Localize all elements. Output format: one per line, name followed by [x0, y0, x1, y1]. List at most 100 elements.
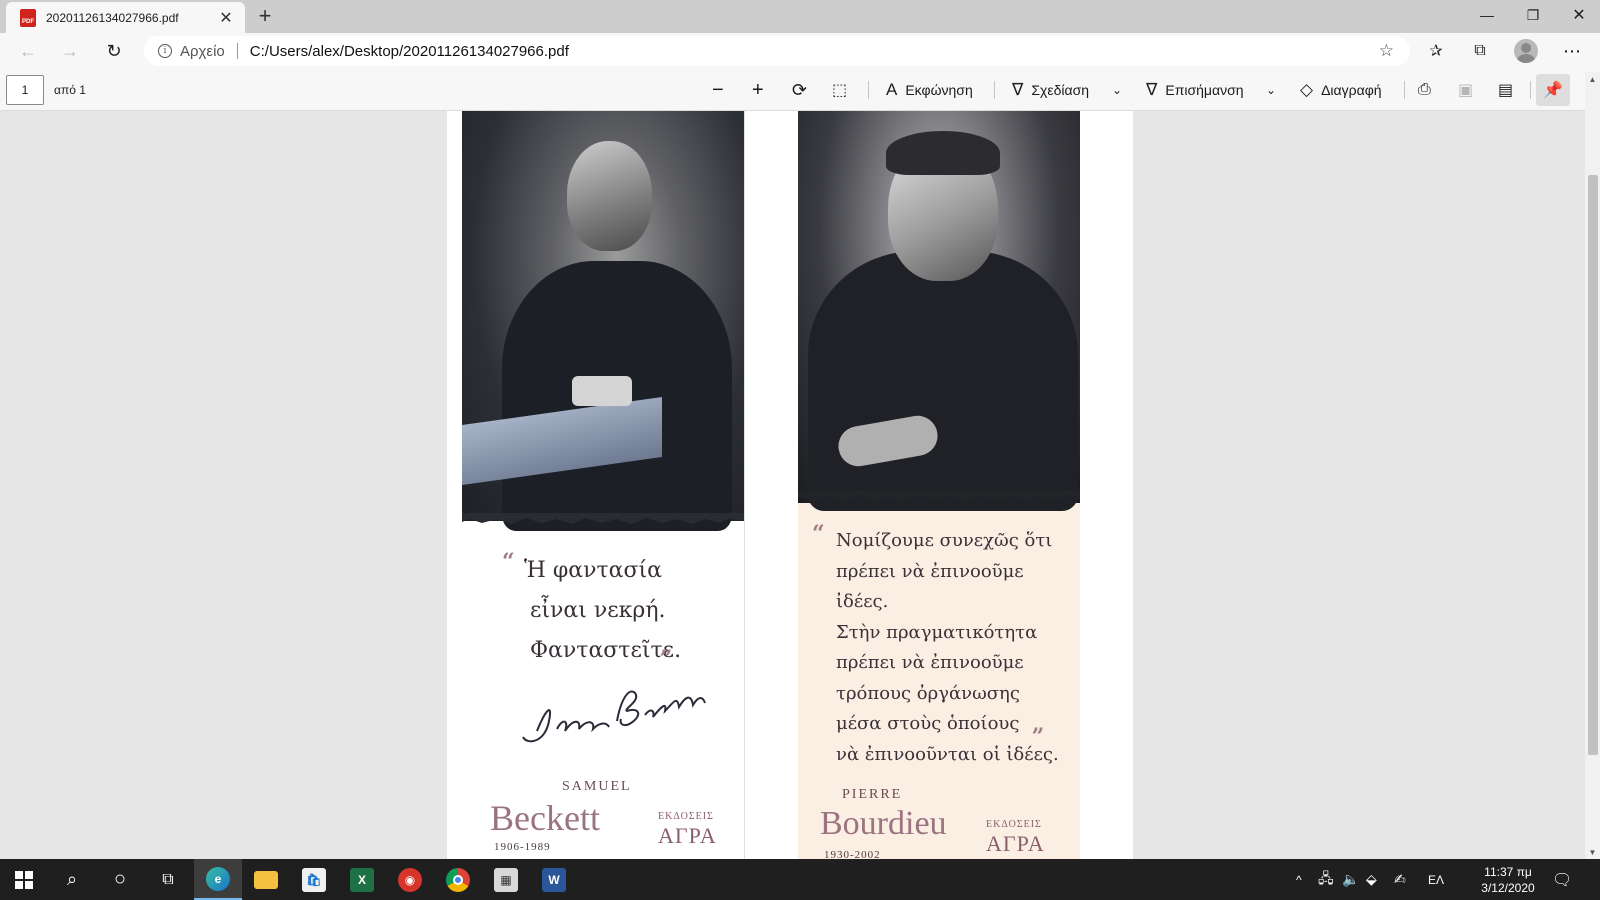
close-window-button[interactable]: ✕	[1556, 0, 1600, 30]
chrome-icon	[446, 867, 470, 892]
scrollbar-thumb[interactable]	[1588, 175, 1598, 755]
folder-icon	[254, 870, 278, 889]
address-url[interactable]: C:/Users/alex/Desktop/20201126134027966.…	[250, 43, 569, 60]
page-number-input[interactable]: 1	[6, 75, 44, 105]
open-quote-mark: “	[502, 549, 515, 575]
save-as-icon[interactable]: ▤	[1498, 76, 1513, 104]
collections-icon[interactable]: ⧉	[1464, 36, 1496, 66]
word-icon: W	[542, 867, 566, 892]
photo-cuff	[572, 376, 632, 406]
pen-icon[interactable]: ✍	[1394, 859, 1406, 900]
network-icon[interactable]: 🖧	[1318, 859, 1334, 900]
page-count-label: από 1	[54, 83, 86, 97]
highlight-label: Επισήμανση	[1165, 82, 1244, 98]
new-tab-button[interactable]: +	[252, 3, 278, 29]
app-red-icon: ◉	[398, 867, 422, 892]
quote-line: Ἡ φαντασία	[524, 558, 662, 583]
toolbar-separator	[1530, 81, 1531, 99]
highlight-button[interactable]: ∇ Επισήμανση	[1146, 76, 1244, 104]
draw-button[interactable]: ∇ Σχεδίαση	[1012, 76, 1089, 104]
author-first-name: SAMUEL	[562, 779, 632, 794]
favorite-star-icon[interactable]: ☆	[1379, 41, 1394, 61]
pin-toolbar-icon[interactable]: 📌	[1536, 74, 1570, 106]
quote-line: τρόπους ὀργάνωσης	[836, 682, 1020, 704]
address-separator	[236, 43, 238, 59]
save-icon[interactable]: ▣	[1458, 76, 1473, 104]
scroll-up-arrow-icon[interactable]: ▲	[1585, 72, 1600, 86]
quote-line: πρέπει νὰ ἐπινοοῦμε ἰδέες.	[836, 560, 1024, 613]
close-quote-mark: „	[1032, 711, 1045, 737]
quote-line: Στὴν πραγματικότητα	[836, 621, 1038, 643]
beckett-signature	[522, 690, 706, 743]
scroll-down-arrow-icon[interactable]: ▼	[1585, 845, 1600, 859]
clock[interactable]: 11:37 πμ 3/12/2020	[1478, 864, 1538, 896]
taskbar-edge[interactable]: e	[194, 859, 242, 900]
read-aloud-button[interactable]: A Εκφώνηση	[886, 76, 973, 104]
beckett-quote: Ἡ φαντασία εἶναι νεκρή. Φανταστεῖτε.	[524, 551, 681, 671]
toolbar-separator	[868, 81, 869, 99]
restore-button[interactable]: ❐	[1510, 0, 1556, 30]
taskbar-chrome[interactable]	[434, 859, 482, 900]
show-hidden-icons-icon[interactable]: ^	[1296, 859, 1302, 900]
profile-avatar[interactable]	[1514, 39, 1538, 63]
photo-face	[567, 141, 652, 251]
navigation-bar: ← → ↻ i Αρχείο C:/Users/alex/Desktop/202…	[0, 33, 1600, 69]
read-aloud-label: Εκφώνηση	[905, 82, 973, 98]
browser-tab[interactable]: PDF 20201126134027966.pdf ✕	[6, 2, 245, 33]
photo-figure	[808, 251, 1078, 511]
more-menu-icon[interactable]: ⋯	[1556, 36, 1588, 66]
erase-label: Διαγραφή	[1321, 82, 1382, 98]
quote-line: Φανταστεῖτε.	[530, 638, 682, 663]
quote-line: νὰ ἐπινοοῦνται οἱ ἰδέες.	[836, 743, 1059, 765]
pdf-file-icon: PDF	[20, 8, 36, 27]
author-years: 1930-2002	[824, 849, 881, 859]
draw-options-chevron-icon[interactable]: ⌄	[1112, 76, 1122, 104]
taskbar-word[interactable]: W	[530, 859, 578, 900]
read-aloud-icon: A	[886, 80, 898, 99]
tab-close-icon[interactable]: ✕	[217, 8, 235, 28]
task-view-icon[interactable]: ⧉	[144, 859, 192, 900]
publisher-label-small: ΕΚΔΟΣΕΙΣ	[658, 811, 714, 822]
erase-button[interactable]: ◇ Διαγραφή	[1300, 76, 1382, 104]
quote-line: εἶναι νεκρή.	[530, 598, 666, 623]
dropbox-icon[interactable]: ⬙	[1366, 859, 1377, 900]
quote-line: Νομίζουμε συνεχῶς ὅτι	[836, 530, 1053, 551]
author-first-name: PIERRE	[842, 787, 903, 802]
notifications-icon[interactable]: 🗨	[1552, 859, 1572, 900]
close-quote-mark: „	[660, 633, 673, 659]
taskbar-excel[interactable]: X	[338, 859, 386, 900]
eraser-icon: ◇	[1300, 80, 1314, 99]
rotate-button[interactable]: ⟳	[792, 76, 807, 104]
zoom-out-button[interactable]: −	[712, 76, 724, 104]
taskbar-app-red[interactable]: ◉	[386, 859, 434, 900]
publisher-label-big: ΑΓΡΑ	[986, 831, 1045, 856]
volume-icon[interactable]: 🔈	[1342, 859, 1359, 900]
taskbar-store[interactable]: 🛍	[290, 859, 338, 900]
cortana-icon[interactable]: ○	[96, 859, 144, 900]
minimize-button[interactable]: —	[1464, 0, 1510, 30]
address-bar[interactable]: i Αρχείο C:/Users/alex/Desktop/202011261…	[144, 36, 1410, 66]
draw-label: Σχεδίαση	[1031, 82, 1090, 98]
forward-button[interactable]: →	[54, 36, 86, 66]
highlight-icon: ∇	[1146, 80, 1158, 99]
excel-icon: X	[350, 867, 374, 892]
language-indicator[interactable]: ΕΛ	[1428, 859, 1444, 900]
bourdieu-bookmark: “ Νομίζουμε συνεχῶς ὅτι πρέπει νὰ ἐπινοο…	[798, 111, 1080, 859]
favorites-icon[interactable]: ✰	[1420, 36, 1452, 66]
highlight-options-chevron-icon[interactable]: ⌄	[1266, 76, 1276, 104]
taskbar: ⌕ ○ ⧉ e 🛍 X ◉ ▦ W ^ 🖧 🔈 ⬙ ✍ ΕΛ 11:37 πμ …	[0, 859, 1600, 900]
print-icon[interactable]: ⎙	[1418, 76, 1431, 104]
refresh-button[interactable]: ↻	[98, 36, 130, 66]
fit-page-button[interactable]: ⬚	[832, 76, 847, 104]
taskbar-file-explorer[interactable]	[242, 859, 290, 900]
back-button[interactable]: ←	[12, 36, 44, 66]
taskbar-image-app[interactable]: ▦	[482, 859, 530, 900]
bourdieu-photo	[798, 111, 1080, 511]
info-icon[interactable]: i	[158, 44, 172, 58]
search-icon[interactable]: ⌕	[48, 859, 96, 900]
torn-edge	[462, 513, 744, 524]
pdf-viewer[interactable]: “ Ἡ φαντασία εἶναι νεκρή. Φανταστεῖτε. „…	[0, 111, 1585, 859]
zoom-in-button[interactable]: +	[752, 76, 764, 104]
clock-time: 11:37 πμ	[1484, 865, 1532, 879]
start-windows-icon[interactable]	[0, 859, 48, 900]
